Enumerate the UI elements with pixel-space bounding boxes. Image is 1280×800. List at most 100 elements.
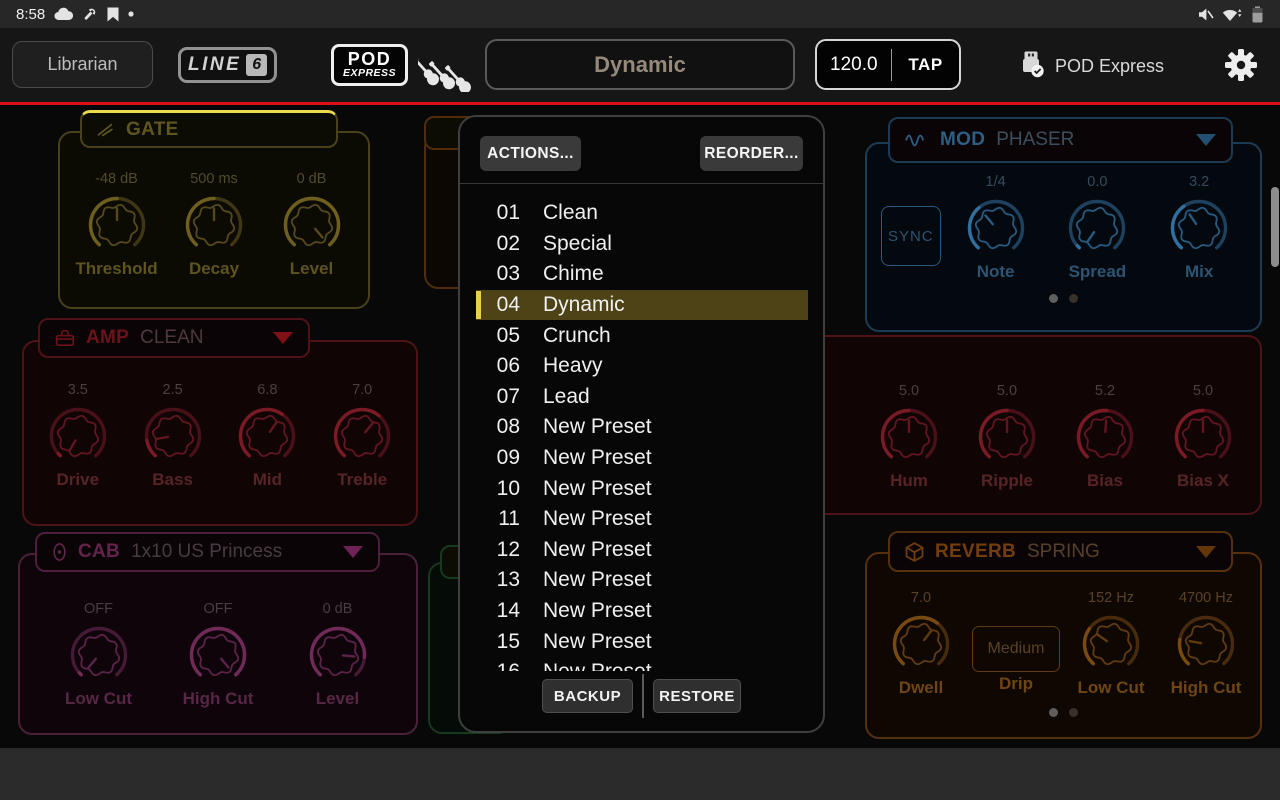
- knob-value: 5.2: [1094, 383, 1116, 399]
- knob-dial: [334, 407, 391, 458]
- preset-number: 03: [496, 262, 520, 286]
- preset-number: 02: [496, 231, 520, 255]
- preset-row[interactable]: 08 New Preset: [476, 412, 808, 443]
- page-dot-inactive[interactable]: [1069, 294, 1078, 303]
- page-dots[interactable]: [867, 294, 1260, 303]
- line6-logo: LINE 6: [178, 47, 278, 83]
- knob-value: 0 dB: [296, 171, 327, 187]
- settings-gear-icon[interactable]: [1224, 48, 1258, 87]
- knob-note[interactable]: 1/4 Note: [949, 174, 1043, 282]
- value-select-box[interactable]: Medium: [972, 626, 1060, 672]
- knob-ripple[interactable]: 5.0 Ripple: [960, 383, 1054, 491]
- modal-footer: BACKUP RESTORE: [460, 674, 823, 718]
- preset-row[interactable]: 01 Clean: [476, 198, 808, 229]
- knob-bias[interactable]: 5.2 Bias: [1058, 383, 1152, 491]
- knob-mix[interactable]: 3.2 Mix: [1152, 174, 1246, 282]
- preset-row[interactable]: 09 New Preset: [476, 443, 808, 474]
- knob-label: Low Cut: [64, 689, 133, 708]
- knob-threshold[interactable]: -48 dB Threshold: [70, 171, 164, 279]
- knob-label: Threshold: [75, 259, 158, 278]
- knob-level[interactable]: 0 dB Level: [265, 171, 359, 279]
- amp-panel: 3.5 Drive 2.5 Bass 6.8 Mid 7.0 Treble: [22, 340, 418, 526]
- preset-number: 05: [496, 323, 520, 347]
- preset-number: 13: [496, 568, 520, 592]
- reverb-tab[interactable]: REVERB SPRING: [888, 531, 1233, 572]
- knob-decay[interactable]: 500 ms Decay: [167, 171, 261, 279]
- mod-tab[interactable]: MOD PHASER: [888, 117, 1233, 163]
- preset-name: Heavy: [543, 354, 603, 378]
- preset-row[interactable]: 15 New Preset: [476, 626, 808, 657]
- preset-row[interactable]: 16 New Preset: [476, 657, 808, 671]
- preset-row[interactable]: 06 Heavy: [476, 351, 808, 382]
- knob-bass[interactable]: 2.5 Bass: [126, 382, 220, 490]
- preset-row[interactable]: 05 Crunch: [476, 320, 808, 351]
- knob-dial: [49, 407, 106, 458]
- cab-tab[interactable]: CAB 1x10 US Princess: [35, 532, 380, 572]
- preset-name: New Preset: [543, 629, 652, 653]
- gate-tab[interactable]: GATE: [80, 110, 338, 148]
- reverb-cube-icon: [905, 541, 924, 562]
- cloud-icon: [54, 7, 74, 21]
- knob-mid[interactable]: 6.8 Mid: [220, 382, 314, 490]
- page-dots[interactable]: [867, 708, 1260, 717]
- knob-value: 6.8: [257, 382, 278, 398]
- knob-value: 4700 Hz: [1178, 590, 1233, 606]
- preset-row[interactable]: 12 New Preset: [476, 535, 808, 566]
- preset-number: 11: [498, 507, 520, 531]
- preset-row[interactable]: 07 Lead: [476, 382, 808, 413]
- knob-dial: [70, 626, 127, 677]
- preset-row[interactable]: 14 New Preset: [476, 596, 808, 627]
- knob-low-cut[interactable]: 152 Hz Low Cut: [1064, 590, 1158, 698]
- amp-tab[interactable]: AMP CLEAN: [38, 318, 310, 358]
- knob-value: OFF: [84, 601, 113, 617]
- cab-icon: [52, 542, 67, 562]
- preset-name: New Preset: [543, 446, 652, 470]
- restore-button[interactable]: RESTORE: [653, 679, 741, 713]
- knob-label: Mid: [252, 470, 283, 489]
- knob-level[interactable]: 0 dB Level: [291, 601, 385, 709]
- page-dot-inactive[interactable]: [1069, 708, 1078, 717]
- knob-value: 1/4: [985, 174, 1006, 190]
- preset-row[interactable]: 02 Special: [476, 229, 808, 260]
- preset-row[interactable]: 10 New Preset: [476, 473, 808, 504]
- preset-list[interactable]: 01 Clean 02 Special 03 Chime 04 Dynamic 05 Crunch…: [460, 184, 823, 671]
- knob-value: 7.0: [352, 382, 373, 398]
- preset-number: 16: [487, 660, 520, 671]
- knob-bias-x[interactable]: 5.0 Bias X: [1156, 383, 1250, 491]
- knob-drip[interactable]: Medium Drip: [969, 590, 1063, 694]
- preset-row[interactable]: 11 New Preset: [476, 504, 808, 535]
- preset-row[interactable]: 13 New Preset: [476, 565, 808, 596]
- knob-high-cut[interactable]: 4700 Hz High Cut: [1159, 590, 1253, 698]
- preset-name-selector[interactable]: Dynamic: [485, 39, 795, 90]
- dropdown-arrow-icon: [273, 332, 293, 344]
- page-dot-active[interactable]: [1049, 708, 1058, 717]
- guitars-icon[interactable]: [412, 50, 476, 97]
- knob-value: 5.0: [898, 383, 920, 399]
- tempo-value-button[interactable]: 120.0: [817, 54, 891, 76]
- cab-panel: OFF Low Cut OFF High Cut 0 dB Level: [18, 553, 418, 735]
- knob-label: Bias X: [1177, 471, 1229, 490]
- sync-button[interactable]: SYNC: [880, 206, 941, 266]
- scrollbar-thumb[interactable]: [1271, 187, 1279, 267]
- knob-high-cut[interactable]: OFF High Cut: [171, 601, 265, 709]
- knob-low-cut[interactable]: OFF Low Cut: [52, 601, 146, 709]
- knob-treble[interactable]: 7.0 Treble: [315, 382, 409, 490]
- preset-row[interactable]: 03 Chime: [476, 259, 808, 290]
- librarian-button[interactable]: Librarian: [12, 41, 153, 88]
- knob-hum[interactable]: 5.0 Hum: [862, 383, 956, 491]
- knob-spread[interactable]: 0.0 Spread: [1050, 174, 1144, 282]
- knob-label: Mix: [1185, 262, 1214, 281]
- preset-number: 06: [496, 354, 520, 378]
- tap-tempo-button[interactable]: TAP: [892, 55, 959, 75]
- actions-button[interactable]: ACTIONS...: [480, 136, 581, 171]
- knob-dwell[interactable]: 7.0 Dwell: [874, 590, 968, 698]
- preset-name: New Preset: [543, 476, 652, 500]
- knob-drive[interactable]: 3.5 Drive: [31, 382, 125, 490]
- dropdown-arrow-icon: [343, 546, 363, 558]
- knob-label: High Cut: [1170, 678, 1242, 697]
- knob-label: Hum: [890, 471, 928, 490]
- preset-row[interactable]: 04 Dynamic: [476, 289, 808, 321]
- page-dot-active[interactable]: [1049, 294, 1058, 303]
- backup-button[interactable]: BACKUP: [542, 679, 633, 713]
- reorder-button[interactable]: REORDER...: [700, 136, 803, 171]
